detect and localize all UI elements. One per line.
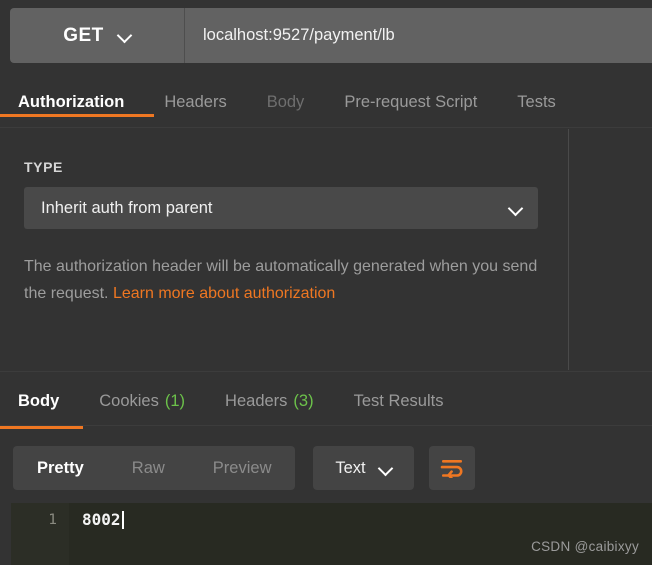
http-method-label: GET bbox=[63, 24, 104, 46]
request-tab-tests[interactable]: Tests bbox=[497, 82, 576, 122]
request-url-input[interactable] bbox=[185, 8, 652, 63]
editor-line-text: 8002 bbox=[82, 510, 121, 529]
view-mode-raw-label: Raw bbox=[131, 458, 165, 477]
editor-text-cursor bbox=[121, 511, 124, 529]
request-tab-authorization-label: Authorization bbox=[18, 92, 125, 111]
response-tab-test-results-label: Test Results bbox=[353, 392, 444, 410]
view-mode-preview[interactable]: Preview bbox=[189, 446, 296, 490]
word-wrap-icon bbox=[440, 460, 463, 478]
response-tab-headers-label: Headers bbox=[225, 392, 288, 410]
response-tab-headers[interactable]: Headers (3) bbox=[205, 380, 334, 424]
response-tab-body-label: Body bbox=[18, 392, 60, 410]
request-tab-body-label: Body bbox=[266, 92, 305, 111]
view-mode-pretty[interactable]: Pretty bbox=[13, 446, 108, 490]
editor-code-area[interactable]: 8002 bbox=[69, 503, 652, 565]
request-tabs: Authorization Headers Body Pre-request S… bbox=[0, 82, 652, 128]
request-tab-pre-request-script[interactable]: Pre-request Script bbox=[324, 82, 497, 122]
editor-line-number-gutter: 1 bbox=[11, 503, 69, 565]
response-active-tab-indicator bbox=[0, 426, 83, 429]
request-url-bar: GET bbox=[10, 8, 652, 63]
view-mode-raw[interactable]: Raw bbox=[108, 446, 189, 490]
response-language-select[interactable]: Text bbox=[313, 446, 414, 490]
learn-more-authorization-link[interactable]: Learn more about authorization bbox=[113, 285, 335, 302]
chevron-down-icon bbox=[509, 202, 522, 215]
response-tab-cookies-label: Cookies bbox=[99, 392, 159, 410]
chevron-down-icon bbox=[118, 29, 131, 42]
auth-type-label: TYPE bbox=[24, 159, 63, 175]
response-format-toolbar: Pretty Raw Preview Text bbox=[0, 433, 652, 498]
response-tab-test-results[interactable]: Test Results bbox=[334, 380, 464, 424]
watermark: CSDN @caibixyy bbox=[531, 539, 639, 554]
authorization-panel: TYPE Inherit auth from parent The author… bbox=[0, 129, 652, 370]
request-url-bar-container: GET bbox=[0, 0, 652, 72]
request-tab-body[interactable]: Body bbox=[247, 82, 325, 122]
response-section-separator bbox=[0, 371, 652, 372]
view-mode-pretty-label: Pretty bbox=[37, 458, 84, 477]
response-view-mode-group: Pretty Raw Preview bbox=[13, 446, 296, 490]
response-tab-cookies-count: (1) bbox=[164, 392, 186, 410]
request-tab-tests-label: Tests bbox=[517, 92, 556, 111]
response-language-value: Text bbox=[335, 458, 366, 477]
response-tab-cookies[interactable]: Cookies (1) bbox=[79, 380, 205, 424]
request-tab-headers-label: Headers bbox=[164, 92, 227, 111]
response-tabs: Body Cookies (1) Headers (3) Test Result… bbox=[0, 378, 652, 426]
response-tab-body[interactable]: Body bbox=[0, 380, 79, 424]
chevron-down-icon bbox=[379, 462, 392, 475]
request-tab-pre-request-script-label: Pre-request Script bbox=[344, 92, 478, 111]
auth-type-select[interactable]: Inherit auth from parent bbox=[24, 187, 538, 229]
editor-line-number: 1 bbox=[48, 512, 57, 528]
request-active-tab-indicator bbox=[0, 114, 154, 117]
word-wrap-toggle-button[interactable] bbox=[429, 446, 475, 490]
response-tab-headers-count: (3) bbox=[293, 392, 314, 410]
request-tab-headers[interactable]: Headers bbox=[144, 82, 246, 122]
authorization-panel-divider bbox=[568, 129, 569, 370]
editor-line: 8002 bbox=[82, 509, 652, 531]
view-mode-preview-label: Preview bbox=[212, 458, 272, 477]
response-body-editor[interactable]: 1 8002 bbox=[11, 503, 652, 565]
http-method-dropdown[interactable]: GET bbox=[10, 8, 185, 63]
auth-type-select-value: Inherit auth from parent bbox=[41, 198, 213, 217]
auth-description: The authorization header will be automat… bbox=[24, 253, 544, 307]
